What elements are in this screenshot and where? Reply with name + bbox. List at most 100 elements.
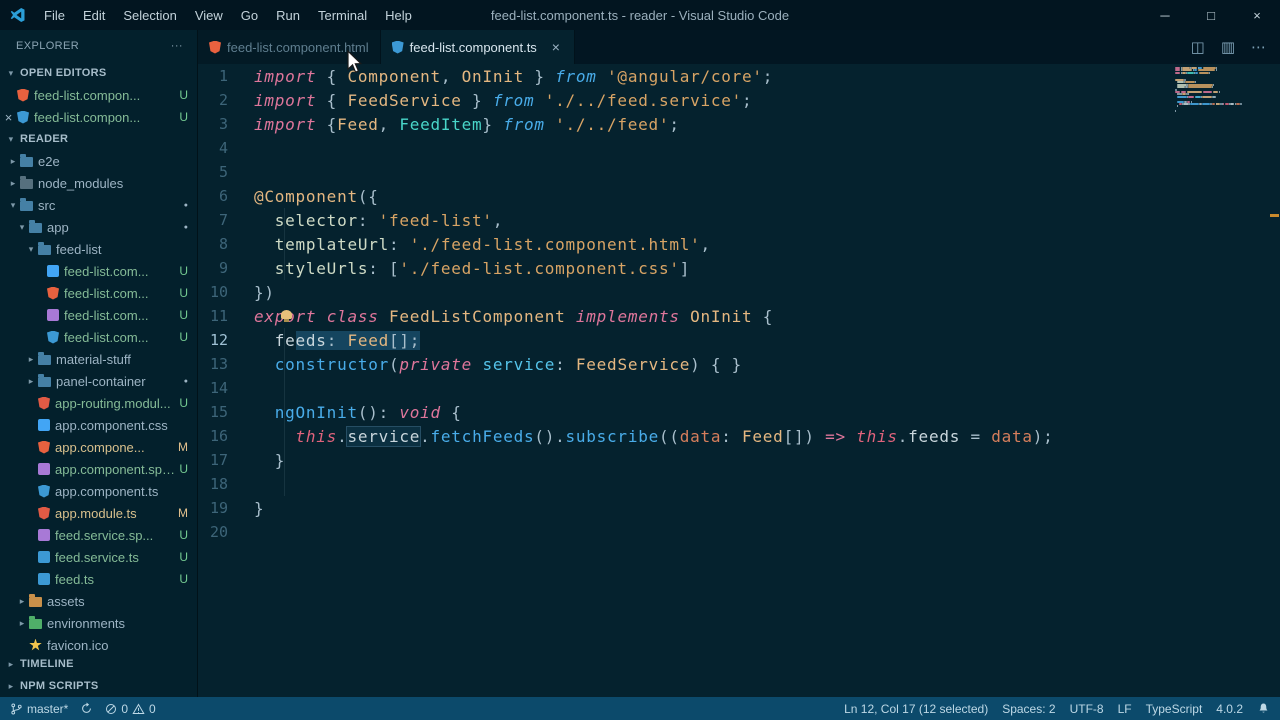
tree-item-app[interactable]: ▾ app ● bbox=[0, 216, 197, 238]
git-branch-status[interactable]: master* bbox=[10, 702, 68, 716]
code-line-14[interactable]: 14 bbox=[198, 376, 1280, 400]
code-line-12[interactable]: 12 feeds: Feed[]; bbox=[198, 328, 1280, 352]
tree-item-app-module-ts[interactable]: app.module.ts M bbox=[0, 502, 197, 524]
tree-item-e2e[interactable]: ▸ e2e bbox=[0, 150, 197, 172]
tree-item-feed-list-com[interactable]: feed-list.com... U bbox=[0, 260, 197, 282]
close-icon[interactable]: × bbox=[549, 39, 563, 55]
file-tree: ▸ e2e ▸ node_modules ▾ src ● ▾ app ● ▾ feed-list fee… bbox=[0, 150, 197, 653]
tree-item-app-component-spe[interactable]: app.component.spe... U bbox=[0, 458, 197, 480]
code-line-10[interactable]: 10}) bbox=[198, 280, 1280, 304]
code-line-19[interactable]: 19} bbox=[198, 496, 1280, 520]
open-editor-item[interactable]: feed-list.compon... U bbox=[0, 84, 197, 106]
tree-item-feed-service-ts[interactable]: feed.service.ts U bbox=[0, 546, 197, 568]
code-line-6[interactable]: 6 @Component({ bbox=[198, 184, 1280, 208]
tree-item-assets[interactable]: ▸ assets bbox=[0, 590, 197, 612]
tree-item-app-routing-modul[interactable]: app-routing.modul... U bbox=[0, 392, 197, 414]
tree-item-app-component-ts[interactable]: app.component.ts bbox=[0, 480, 197, 502]
item-label: node_modules bbox=[38, 175, 124, 191]
editor[interactable]: 1 import { Component, OnInit } from '@ang… bbox=[198, 64, 1280, 697]
warning-icon bbox=[132, 703, 145, 714]
file-type-icon bbox=[38, 440, 50, 454]
menu-help[interactable]: Help bbox=[376, 0, 421, 30]
eol-status[interactable]: LF bbox=[1118, 702, 1132, 716]
tree-item-app-compone[interactable]: app.compone... M bbox=[0, 436, 197, 458]
tree-item-feed-list-com[interactable]: feed-list.com... U bbox=[0, 304, 197, 326]
code-line-15[interactable]: 15 ngOnInit(): void { bbox=[198, 400, 1280, 424]
code-line-18[interactable]: 18 bbox=[198, 472, 1280, 496]
folder-icon bbox=[20, 198, 33, 211]
open-editors-header[interactable]: ▾ OPEN EDITORS bbox=[0, 62, 197, 84]
indentation-status[interactable]: Spaces: 2 bbox=[1002, 702, 1055, 716]
code-line-16[interactable]: 16 this.service.fetchFeeds().subscribe((… bbox=[198, 424, 1280, 448]
minimize-button[interactable]: ─ bbox=[1142, 0, 1188, 30]
menu-edit[interactable]: Edit bbox=[74, 0, 114, 30]
tree-item-node-modules[interactable]: ▸ node_modules bbox=[0, 172, 197, 194]
menu-selection[interactable]: Selection bbox=[114, 0, 185, 30]
problems-status[interactable]: 0 0 bbox=[105, 702, 156, 716]
tree-item-panel-container[interactable]: ▸ panel-container ● bbox=[0, 370, 197, 392]
code-text: } bbox=[254, 450, 286, 470]
menu-bar: File Edit Selection View Go Run Terminal Help bbox=[35, 0, 421, 30]
tab-feed-list-component-ts[interactable]: feed-list.component.ts × bbox=[380, 30, 575, 64]
chevron-right-icon: ▸ bbox=[8, 658, 14, 669]
tree-item-src[interactable]: ▾ src ● bbox=[0, 194, 197, 216]
item-label: src bbox=[38, 197, 56, 213]
lightbulb-icon[interactable] bbox=[281, 310, 292, 322]
code-line-1[interactable]: 1 import { Component, OnInit } from '@ang… bbox=[198, 64, 1280, 88]
close-icon[interactable]: × bbox=[0, 110, 17, 125]
line-number: 17 bbox=[209, 451, 228, 469]
editor-layout-icon[interactable]: ▥ bbox=[1221, 38, 1235, 56]
npm-scripts-header[interactable]: ▸ NPM SCRIPTS bbox=[0, 675, 197, 697]
tree-item-environments[interactable]: ▸ environments bbox=[0, 612, 197, 634]
code-line-20[interactable]: 20 bbox=[198, 520, 1280, 544]
code-line-8[interactable]: 8 templateUrl: './feed-list.component.ht… bbox=[198, 232, 1280, 256]
tree-item-favicon-ico[interactable]: favicon.ico bbox=[0, 634, 197, 653]
explorer-more-icon[interactable]: ··· bbox=[171, 40, 183, 52]
tree-item-feed-list[interactable]: ▾ feed-list bbox=[0, 238, 197, 260]
sync-button[interactable] bbox=[80, 702, 93, 715]
code-line-4[interactable]: 4 bbox=[198, 136, 1280, 160]
menu-run[interactable]: Run bbox=[267, 0, 309, 30]
notifications-bell[interactable] bbox=[1257, 702, 1270, 715]
timeline-header[interactable]: ▸ TIMELINE bbox=[0, 653, 197, 675]
menu-go[interactable]: Go bbox=[232, 0, 267, 30]
tree-item-feed-ts[interactable]: feed.ts U bbox=[0, 568, 197, 590]
tree-item-material-stuff[interactable]: ▸ material-stuff bbox=[0, 348, 197, 370]
open-editor-item[interactable]: × feed-list.compon... U bbox=[0, 106, 197, 128]
chevron-down-icon: ▾ bbox=[28, 243, 34, 254]
ts-version[interactable]: 4.0.2 bbox=[1216, 702, 1243, 716]
code-line-9[interactable]: 9 styleUrls: ['./feed-list.component.css… bbox=[198, 256, 1280, 280]
line-number: 4 bbox=[218, 139, 228, 157]
item-label: environments bbox=[47, 615, 126, 631]
menu-terminal[interactable]: Terminal bbox=[309, 0, 376, 30]
split-editor-icon[interactable]: ◫ bbox=[1191, 38, 1205, 56]
file-type-icon bbox=[38, 506, 50, 520]
tree-item-app-component-css[interactable]: app.component.css bbox=[0, 414, 197, 436]
code-text: import {Feed, FeedItem} from './../feed'… bbox=[254, 114, 680, 134]
item-label: feed-list.compon... bbox=[34, 87, 141, 103]
tree-item-feed-service-sp[interactable]: feed.service.sp... U bbox=[0, 524, 197, 546]
vscode-logo-icon bbox=[10, 8, 25, 22]
close-button[interactable]: × bbox=[1234, 0, 1280, 30]
git-badge: U bbox=[179, 110, 188, 124]
more-actions-icon[interactable]: ⋯ bbox=[1251, 38, 1266, 56]
tab-feed-list-component-html[interactable]: feed-list.component.html bbox=[198, 30, 381, 64]
menu-file[interactable]: File bbox=[35, 0, 74, 30]
menu-view[interactable]: View bbox=[186, 0, 232, 30]
code-line-13[interactable]: 13 constructor(private service: FeedServ… bbox=[198, 352, 1280, 376]
code-line-2[interactable]: 2 import { FeedService } from './../feed.… bbox=[198, 88, 1280, 112]
code-line-7[interactable]: 7 selector: 'feed-list', bbox=[198, 208, 1280, 232]
workspace-header[interactable]: ▾ READER bbox=[0, 128, 197, 150]
tree-item-feed-list-com[interactable]: feed-list.com... U bbox=[0, 326, 197, 348]
code-line-3[interactable]: 3 import {Feed, FeedItem} from './../feed… bbox=[198, 112, 1280, 136]
code-line-5[interactable]: 5 bbox=[198, 160, 1280, 184]
encoding-status[interactable]: UTF-8 bbox=[1070, 702, 1104, 716]
code-line-11[interactable]: 11 export class FeedListComponent impleme… bbox=[198, 304, 1280, 328]
cursor-position[interactable]: Ln 12, Col 17 (12 selected) bbox=[844, 702, 988, 716]
tree-item-feed-list-com[interactable]: feed-list.com... U bbox=[0, 282, 197, 304]
item-label: app.module.ts bbox=[55, 505, 137, 521]
maximize-button[interactable]: □ bbox=[1188, 0, 1234, 30]
code-line-17[interactable]: 17 } bbox=[198, 448, 1280, 472]
language-mode[interactable]: TypeScript bbox=[1146, 702, 1203, 716]
chevron-right-icon: ▸ bbox=[28, 375, 34, 386]
